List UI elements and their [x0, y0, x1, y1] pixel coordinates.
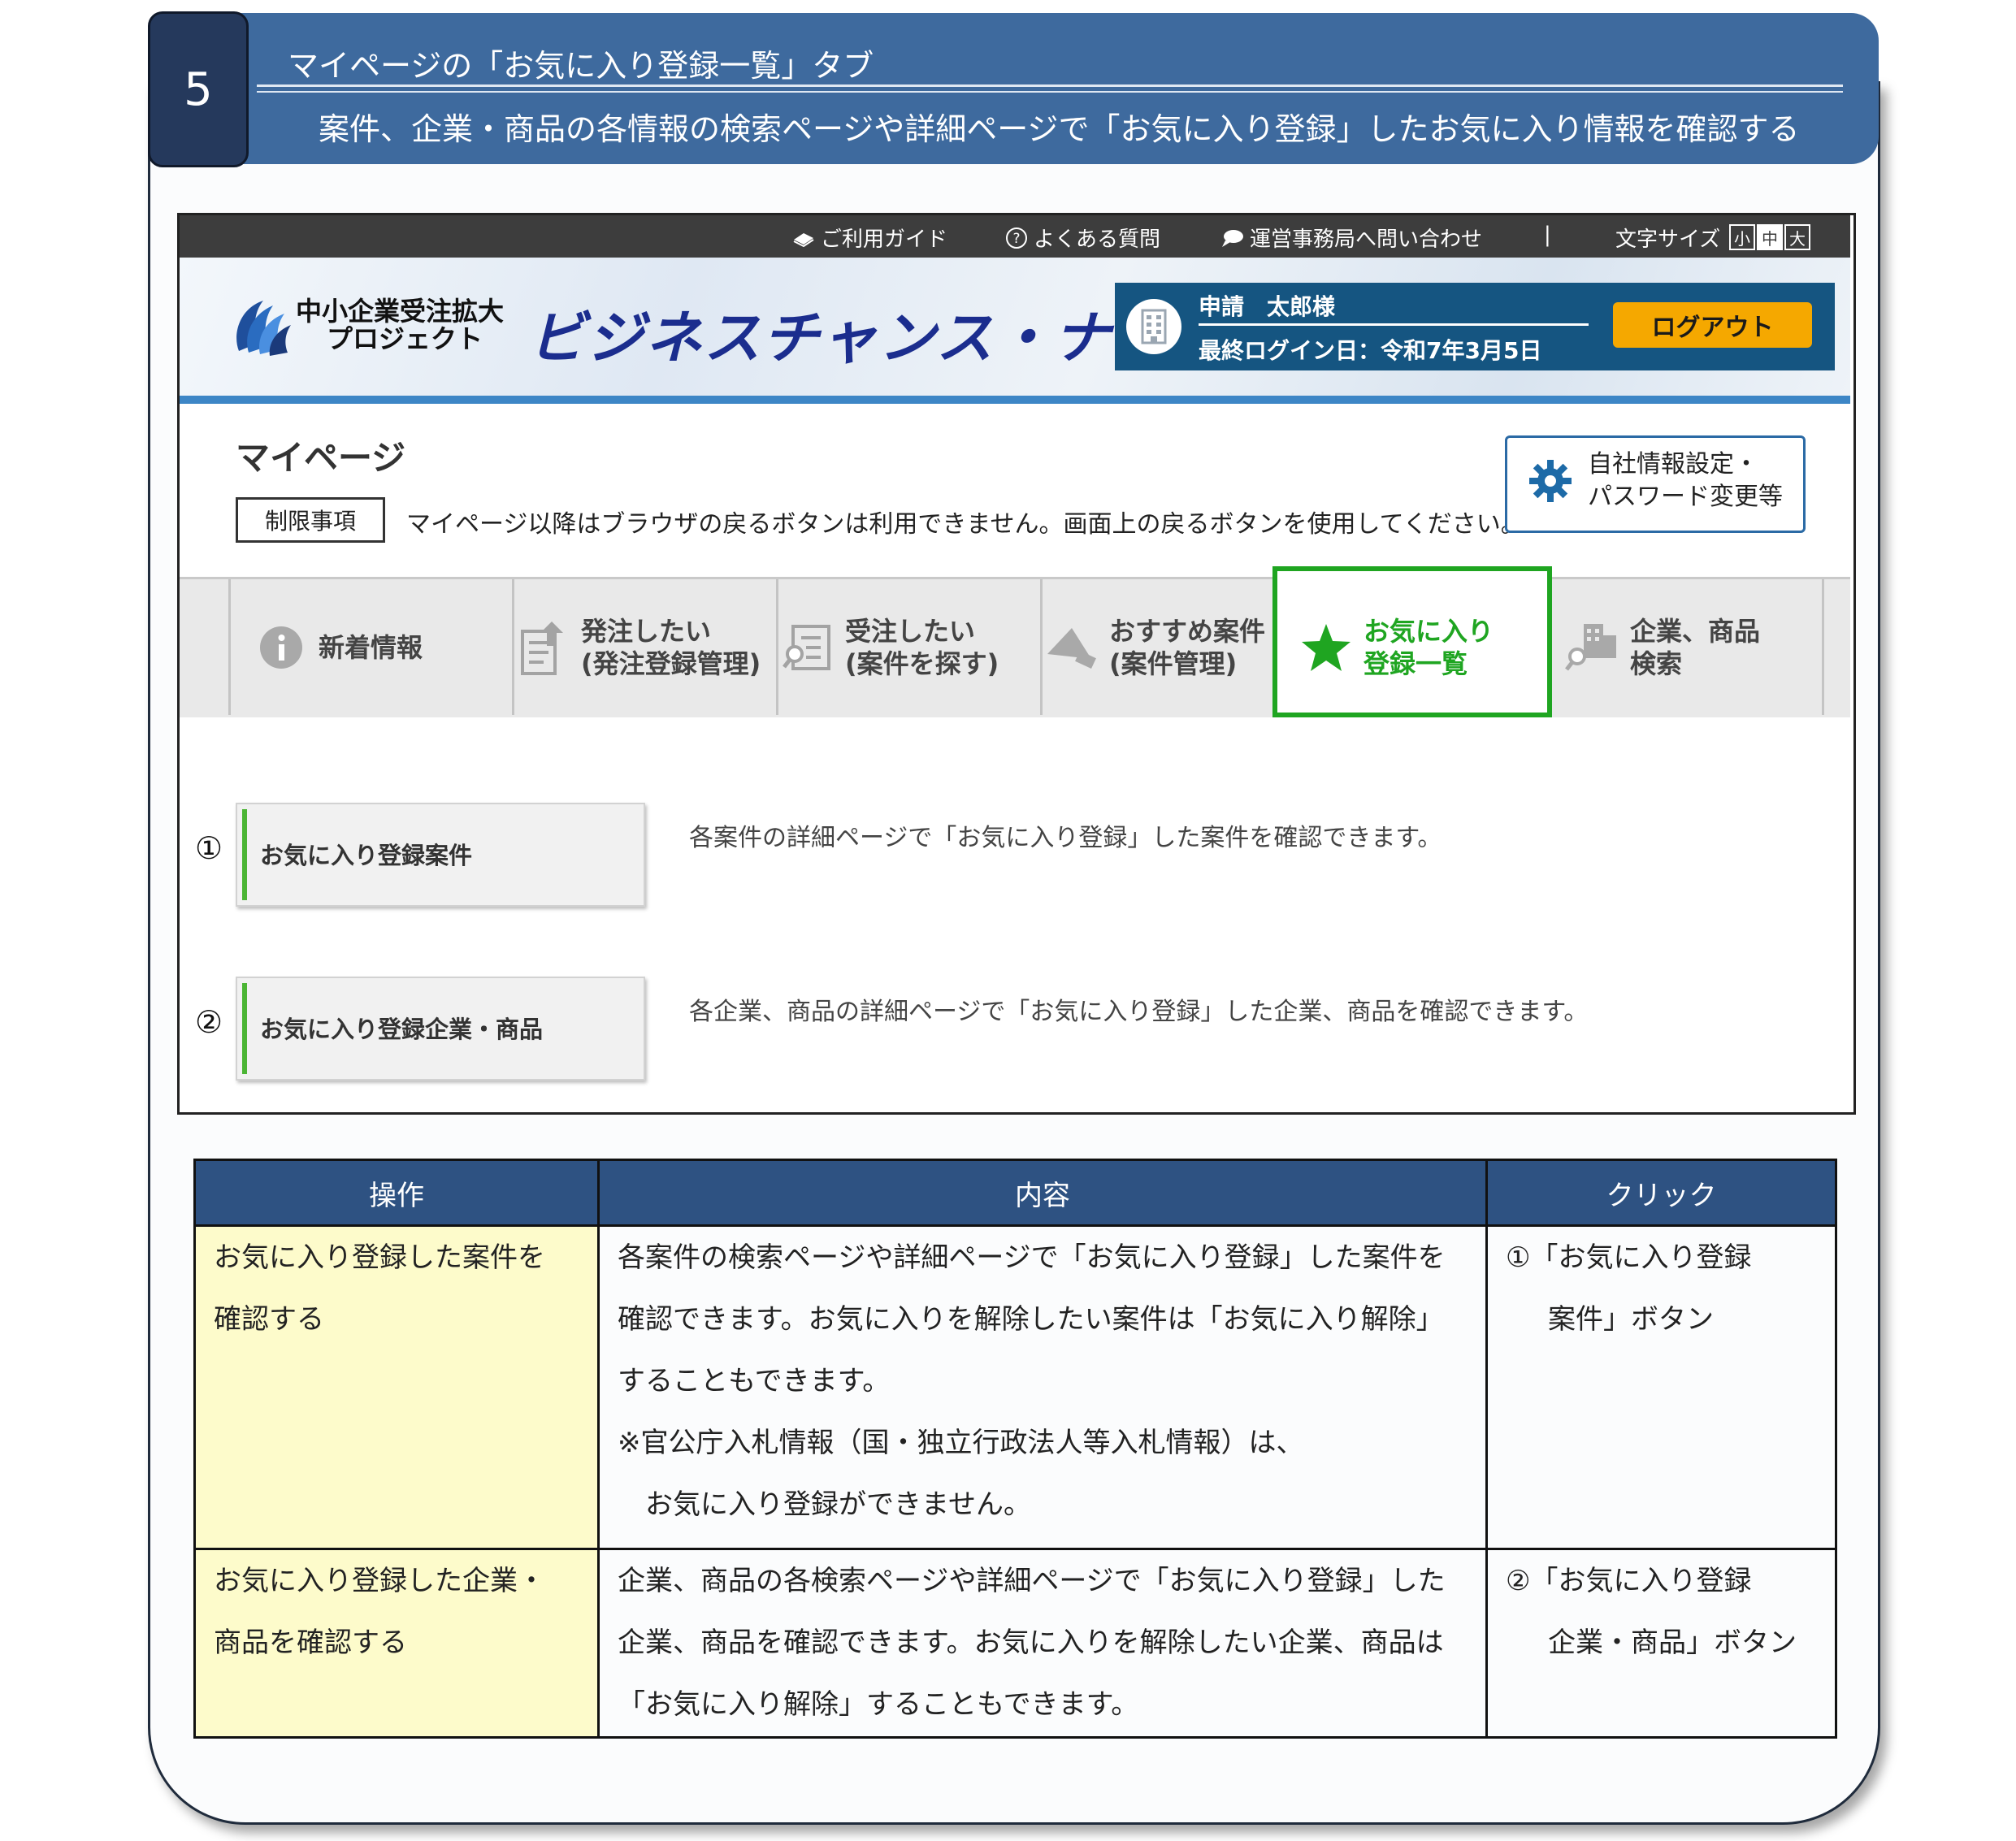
question-icon: ? — [1004, 226, 1029, 250]
guide-link[interactable]: ご利用ガイド — [791, 223, 947, 253]
row1-operation: お気に入り登録した案件を 確認する — [193, 1224, 600, 1550]
page-title: マイページ — [236, 438, 406, 478]
tab-company-search-label: 企業、商品 検索 — [1630, 615, 1761, 679]
logout-button[interactable]: ログアウト — [1613, 302, 1812, 348]
tab-recommend[interactable]: おすすめ案件 (案件管理) — [1021, 579, 1294, 715]
step-subtitle: 案件、企業・商品の各情報の検索ページや詳細ページで「お気に入り登録」したお気に入… — [319, 111, 1800, 147]
tab-receive[interactable]: 受注したい (案件を探す) — [757, 579, 1043, 715]
font-size-medium[interactable]: 中 — [1757, 224, 1783, 250]
font-size-small[interactable]: 小 — [1729, 224, 1755, 250]
tab-receive-label: 受注したい (案件を探す) — [845, 615, 999, 679]
order-document-icon — [514, 618, 573, 677]
row1-content: 各案件の検索ページや詳細ページで「お気に入り登録」した案件を 確認できます。お気… — [597, 1224, 1488, 1550]
table-row: お気に入り登録した企業・ 商品を確認する 企業、商品の各検索ページや詳細ページで… — [193, 1548, 1837, 1739]
project-logo-text: 中小企業受注拡大 プロジェクト — [296, 296, 505, 354]
svg-text:?: ? — [1012, 231, 1020, 247]
favorite-projects-desc: 各案件の詳細ページで「お気に入り登録」した案件を確認できます。 — [689, 824, 1442, 852]
row2-content: 企業、商品の各検索ページや詳細ページで「お気に入り登録」した 企業、商品を確認で… — [597, 1548, 1488, 1739]
font-size-label: 文字サイズ — [1615, 227, 1721, 252]
tab-recommend-label: おすすめ案件 (案件管理) — [1109, 615, 1266, 679]
tab-favorites[interactable]: お気に入り 登録一覧 — [1277, 579, 1557, 715]
button-accent-bar — [242, 983, 247, 1074]
contact-link[interactable]: 運営事務局へ問い合わせ — [1220, 223, 1482, 253]
tab-spacer — [180, 579, 231, 715]
favorite-companies-desc: 各企業、商品の詳細ページで「お気に入り登録」した企業、商品を確認できます。 — [689, 998, 1589, 1026]
faq-label: よくある質問 — [1034, 227, 1161, 252]
topbar-separator: | — [1544, 223, 1551, 247]
button-accent-bar — [242, 809, 247, 900]
book-icon — [791, 226, 816, 250]
marker-1: ① — [195, 830, 223, 866]
table-row: お気に入り登録した案件を 確認する 各案件の検索ページや詳細ページで「お気に入り… — [193, 1224, 1837, 1550]
star-icon — [1297, 618, 1355, 677]
guide-label: ご利用ガイド — [821, 227, 948, 252]
header-click: クリック — [1485, 1159, 1837, 1227]
contact-label: 運営事務局へ問い合わせ — [1250, 227, 1483, 252]
favorite-projects-label: お気に入り登録案件 — [260, 842, 473, 869]
tab-news-label: 新着情報 — [319, 631, 423, 663]
company-settings-label: 自社情報設定・ パスワード変更等 — [1588, 450, 1783, 511]
info-icon — [252, 618, 310, 677]
tab-order-label: 発注したい (発注登録管理) — [581, 615, 761, 679]
table-header-row: 操作 内容 クリック — [193, 1159, 1837, 1227]
favorite-companies-label: お気に入り登録企業・商品 — [260, 1016, 544, 1043]
search-document-icon — [778, 618, 837, 677]
building-avatar-icon — [1126, 299, 1181, 354]
banner-divider — [257, 84, 1843, 87]
faq-link[interactable]: ? よくある質問 — [1004, 223, 1160, 253]
header-accent-line — [180, 396, 1850, 404]
header-operation: 操作 — [193, 1159, 600, 1227]
user-divider — [1199, 323, 1589, 326]
favorite-companies-button[interactable]: お気に入り登録企業・商品 — [236, 977, 645, 1081]
row2-click: ②「お気に入り登録 企業・商品」ボタン — [1485, 1548, 1837, 1739]
tab-news[interactable]: 新着情報 — [231, 579, 514, 715]
megaphone-icon — [1043, 618, 1101, 677]
tab-favorites-label: お気に入り 登録一覧 — [1364, 615, 1494, 679]
row1-click: ①「お気に入り登録 案件」ボタン — [1485, 1224, 1837, 1550]
last-login: 最終ログイン日：令和7年3月5日 — [1199, 337, 1542, 364]
chat-bubble-icon — [1220, 226, 1245, 250]
user-name: 申請 太郎様 — [1199, 293, 1336, 320]
marker-2: ② — [195, 1004, 223, 1040]
restriction-text: マイページ以降はブラウザの戻るボタンは利用できません。画面上の戻るボタンを使用し… — [406, 510, 1525, 539]
building-search-icon — [1563, 618, 1622, 677]
tab-order[interactable]: 発注したい (発注登録管理) — [493, 579, 778, 715]
gear-icon — [1528, 458, 1573, 507]
project-logo-icon[interactable] — [231, 294, 294, 362]
favorite-projects-button[interactable]: お気に入り登録案件 — [236, 803, 645, 907]
tab-company-search[interactable]: 企業、商品 検索 — [1547, 579, 1824, 715]
step-number: 5 — [148, 11, 249, 167]
header-content: 内容 — [597, 1159, 1488, 1227]
step-title: マイページの「お気に入り登録一覧」タブ — [288, 48, 874, 84]
row2-operation: お気に入り登録した企業・ 商品を確認する — [193, 1548, 600, 1739]
brand-logo[interactable]: ビジネスチャンス・ナビ — [528, 292, 1170, 375]
banner-divider-2 — [257, 91, 1843, 93]
font-size-large[interactable]: 大 — [1784, 224, 1810, 250]
operations-table: 操作 内容 クリック お気に入り登録した案件を 確認する 各案件の検索ページや詳… — [193, 1159, 1837, 1739]
restriction-badge: 制限事項 — [236, 497, 385, 543]
